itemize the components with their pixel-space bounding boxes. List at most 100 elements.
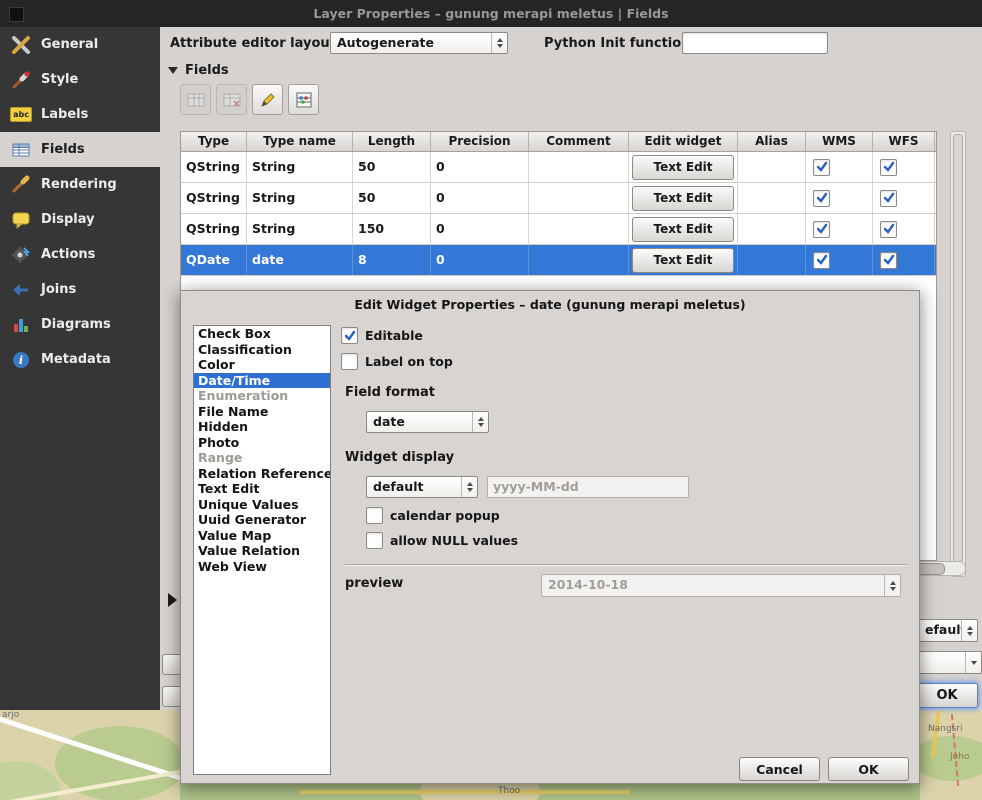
sidebar-item-fields[interactable]: Fields — [0, 132, 160, 167]
wfs-checkbox[interactable] — [880, 159, 897, 176]
widget-type-item[interactable]: Web View — [194, 559, 330, 575]
cell-comment — [529, 214, 629, 244]
window-menu-icon[interactable] — [9, 7, 24, 22]
sidebar-item-metadata[interactable]: i Metadata — [0, 342, 160, 377]
field-calculator-button[interactable] — [288, 84, 319, 115]
wfs-checkbox[interactable] — [880, 221, 897, 238]
sidebar-item-display[interactable]: Display — [0, 202, 160, 237]
text-edit-button[interactable]: Text Edit — [632, 217, 734, 242]
sidebar-item-labels[interactable]: abc Labels — [0, 97, 160, 132]
layer-properties-ok-button[interactable]: OK — [916, 683, 978, 708]
attribute-editor-layout-combo[interactable]: Autogenerate — [330, 32, 508, 54]
cell-precision: 0 — [431, 183, 529, 213]
widget-type-item[interactable]: Photo — [194, 435, 330, 451]
text-edit-button[interactable]: Text Edit — [632, 155, 734, 180]
joins-icon — [10, 279, 32, 301]
field-row[interactable]: QString String 150 0 Text Edit — [181, 214, 936, 245]
dropdown-fragment[interactable] — [918, 651, 982, 674]
wms-checkbox[interactable] — [813, 159, 830, 176]
map-green-patch — [912, 736, 982, 781]
cell-wms — [806, 214, 873, 244]
dialog-title: Edit Widget Properties – date (gunung me… — [181, 297, 919, 312]
ok-button[interactable]: OK — [828, 757, 909, 781]
sidebar-item-rendering[interactable]: Rendering — [0, 167, 160, 202]
field-row-selected[interactable]: QDate date 8 0 Text Edit — [181, 245, 936, 276]
spinner-arrows-icon — [884, 575, 900, 596]
sidebar-item-general[interactable]: General — [0, 27, 160, 62]
titlebar[interactable]: Layer Properties – gunung merapi meletus… — [0, 0, 982, 27]
cell-precision: 0 — [431, 245, 529, 275]
new-column-button[interactable] — [180, 84, 211, 115]
field-calculator-icon — [294, 90, 314, 110]
editable-checkbox[interactable] — [341, 327, 358, 344]
vertical-scrollbar-thumb[interactable] — [953, 134, 963, 562]
style-preset-combo-fragment[interactable]: efault — [918, 619, 978, 642]
wfs-checkbox[interactable] — [880, 190, 897, 207]
label-on-top-checkbox[interactable] — [341, 353, 358, 370]
field-row[interactable]: QString String 50 0 Text Edit — [181, 183, 936, 214]
collapse-handle-icon[interactable] — [168, 593, 177, 607]
field-row[interactable]: QString String 50 0 Text Edit — [181, 152, 936, 183]
sidebar-item-actions[interactable]: Actions — [0, 237, 160, 272]
fields-group-expander[interactable]: Fields — [168, 63, 229, 78]
svg-text:i: i — [19, 354, 23, 367]
map-label: Nangsri — [928, 724, 963, 734]
column-header-alias[interactable]: Alias — [738, 132, 806, 151]
editable-label: Editable — [365, 328, 423, 343]
delete-column-icon — [222, 90, 242, 110]
field-format-combo[interactable]: date — [366, 411, 489, 433]
wfs-checkbox[interactable] — [880, 252, 897, 269]
widget-type-item[interactable]: Hidden — [194, 419, 330, 435]
column-header-edit-widget[interactable]: Edit widget — [629, 132, 738, 151]
wms-checkbox[interactable] — [813, 252, 830, 269]
horizontal-scrollbar-thumb[interactable] — [917, 563, 945, 575]
calendar-popup-checkbox[interactable] — [366, 507, 383, 524]
widget-type-item[interactable]: Color — [194, 357, 330, 373]
sidebar-item-diagrams[interactable]: Diagrams — [0, 307, 160, 342]
widget-type-item[interactable]: Classification — [194, 342, 330, 358]
delete-column-button[interactable] — [216, 84, 247, 115]
cell-type-name: date — [247, 245, 353, 275]
sidebar-item-label: Display — [41, 212, 95, 227]
vertical-scrollbar[interactable] — [950, 131, 966, 577]
combo-value: date — [367, 412, 472, 432]
cell-alias — [738, 245, 806, 275]
toggle-editing-button[interactable] — [252, 84, 283, 115]
cell-type-name: String — [247, 183, 353, 213]
widget-type-item[interactable]: Value Relation — [194, 543, 330, 559]
sidebar-item-style[interactable]: Style — [0, 62, 160, 97]
widget-type-item[interactable]: Unique Values — [194, 497, 330, 513]
sidebar: General Style abc Labels Fields Renderin… — [0, 27, 160, 710]
sidebar-item-joins[interactable]: Joins — [0, 272, 160, 307]
toggle-editing-pencil-icon — [258, 90, 278, 110]
cell-precision: 0 — [431, 152, 529, 182]
column-header-comment[interactable]: Comment — [529, 132, 629, 151]
cancel-button[interactable]: Cancel — [739, 757, 820, 781]
column-header-wms[interactable]: WMS — [806, 132, 873, 151]
cell-edit-widget: Text Edit — [629, 245, 738, 275]
widget-type-item[interactable]: Text Edit — [194, 481, 330, 497]
column-header-wfs[interactable]: WFS — [873, 132, 935, 151]
calendar-popup-label: calendar popup — [390, 508, 500, 523]
wms-checkbox[interactable] — [813, 221, 830, 238]
widget-type-item[interactable]: Uuid Generator — [194, 512, 330, 528]
widget-type-item[interactable]: Check Box — [194, 326, 330, 342]
wms-checkbox[interactable] — [813, 190, 830, 207]
python-init-input[interactable] — [682, 32, 828, 54]
sidebar-item-label: Fields — [41, 142, 85, 157]
allow-null-checkbox[interactable] — [366, 532, 383, 549]
text-edit-button[interactable]: Text Edit — [632, 186, 734, 211]
widget-type-item-selected[interactable]: Date/Time — [194, 373, 330, 389]
widget-type-list[interactable]: Check Box Classification Color Date/Time… — [193, 325, 331, 775]
column-header-type-name[interactable]: Type name — [247, 132, 353, 151]
column-header-type[interactable]: Type — [181, 132, 247, 151]
widget-type-item[interactable]: Relation Reference — [194, 466, 330, 482]
text-edit-button[interactable]: Text Edit — [632, 248, 734, 273]
window-title: Layer Properties – gunung merapi meletus… — [313, 6, 668, 21]
widget-type-item[interactable]: Value Map — [194, 528, 330, 544]
column-header-length[interactable]: Length — [353, 132, 431, 151]
widget-display-combo[interactable]: default — [366, 476, 478, 498]
widget-type-item[interactable]: File Name — [194, 404, 330, 420]
column-header-precision[interactable]: Precision — [431, 132, 529, 151]
cell-alias — [738, 214, 806, 244]
